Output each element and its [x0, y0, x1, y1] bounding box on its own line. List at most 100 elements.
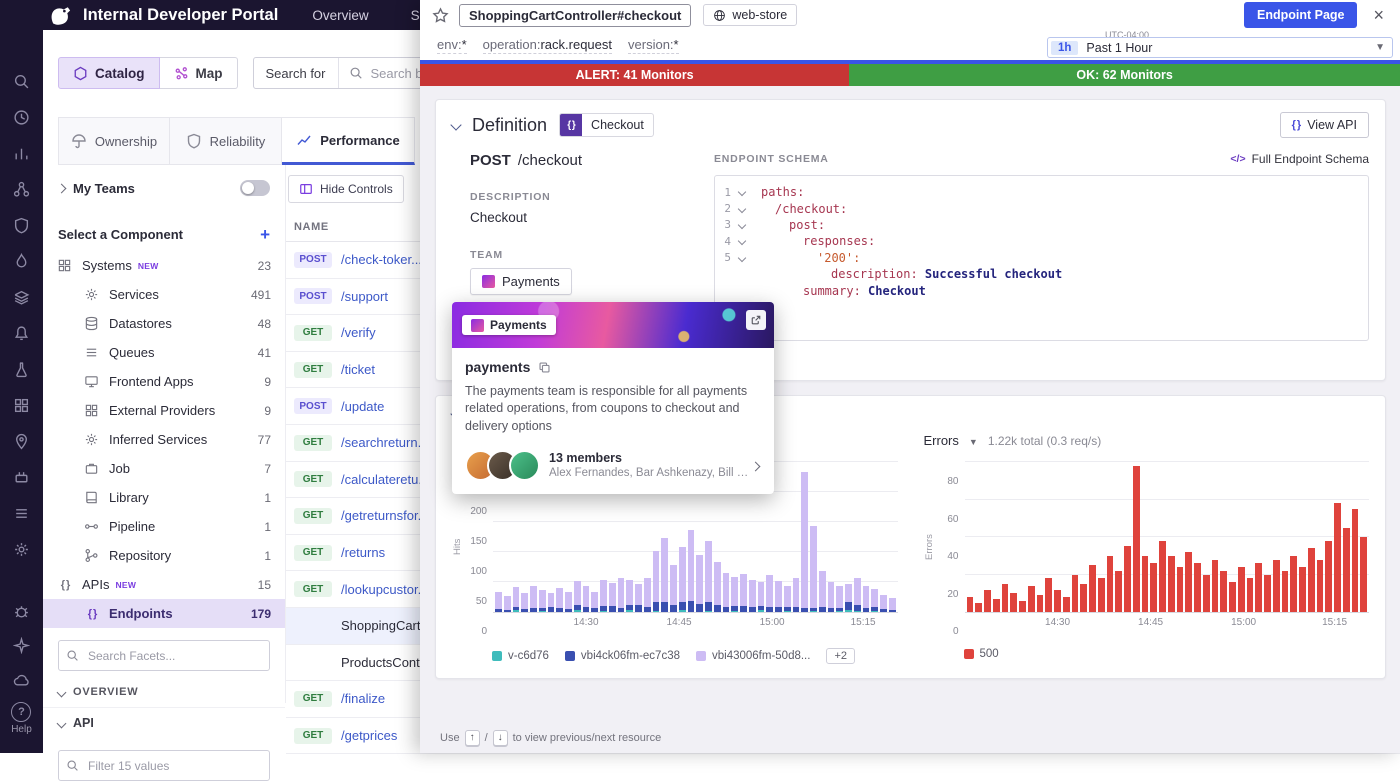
facet-filter-input[interactable]	[86, 758, 269, 774]
chevron-right-icon[interactable]	[752, 458, 761, 473]
sidebar-item-datastores[interactable]: Datastores48	[43, 309, 285, 338]
fold-caret-icon[interactable]	[738, 254, 746, 262]
bar	[854, 578, 861, 612]
endpoint-name: /finalize	[341, 691, 385, 706]
section-overview[interactable]: OVERVIEW	[43, 677, 285, 707]
datadog-logo-icon[interactable]	[48, 3, 74, 27]
method-badge: GET	[294, 545, 332, 561]
bar	[836, 586, 843, 612]
legend-item[interactable]: vbi43006fm-50d8...	[696, 650, 810, 662]
notebooks-icon[interactable]	[11, 430, 33, 452]
synthetics-icon[interactable]	[11, 358, 33, 380]
sidebar-item-pipeline[interactable]: Pipeline1	[43, 512, 285, 541]
legend-item[interactable]: 500	[964, 648, 999, 660]
legend-more-button[interactable]: +2	[826, 648, 855, 664]
service-chip[interactable]: web-store	[703, 4, 797, 26]
sidebar-item-library[interactable]: Library1	[43, 483, 285, 512]
y-axis: 020406080	[937, 462, 965, 632]
help-button[interactable]: ? Help	[11, 702, 32, 735]
item-count: 9	[264, 404, 271, 418]
settings-icon[interactable]	[11, 538, 33, 560]
sidebar-item-frontend-apps[interactable]: Frontend Apps9	[43, 367, 285, 396]
tab-performance[interactable]: Performance	[282, 117, 415, 165]
datastores-icon	[84, 316, 100, 332]
facet-search-control[interactable]	[58, 640, 270, 671]
facet-search-input[interactable]	[86, 648, 269, 664]
endpoint-page-button[interactable]: Endpoint Page	[1244, 2, 1358, 28]
monitors-icon[interactable]	[11, 322, 33, 344]
infrastructure-icon[interactable]	[11, 394, 33, 416]
time-range-selector[interactable]: 1h Past 1 Hour ▼	[1047, 37, 1393, 58]
alert-monitors-bar[interactable]: ALERT: 41 Monitors	[420, 64, 849, 86]
section-api[interactable]: API	[43, 707, 285, 738]
ai-assistant-icon[interactable]	[11, 634, 33, 656]
method-badge: GET	[294, 728, 332, 744]
chart-plot[interactable]	[965, 462, 1370, 613]
top-tab-overview[interactable]: Overview	[312, 8, 368, 23]
hide-controls-button[interactable]: Hide Controls	[288, 175, 404, 203]
service-map-icon[interactable]	[11, 178, 33, 200]
sidebar-item-queues[interactable]: Queues41	[43, 338, 285, 367]
logs-icon[interactable]	[11, 502, 33, 524]
team-description: The payments team is responsible for all…	[465, 383, 761, 435]
team-chip[interactable]: Payments	[470, 268, 572, 295]
sidebar-item-endpoints[interactable]: { }Endpoints179	[43, 599, 285, 628]
my-teams-row[interactable]: My Teams	[43, 175, 285, 201]
search-for-label: Search for	[254, 58, 339, 88]
top-tab-s[interactable]: S	[411, 8, 420, 23]
bar	[1142, 556, 1149, 612]
history-icon[interactable]	[11, 106, 33, 128]
filter-version[interactable]: version:*	[628, 37, 679, 54]
integrations-icon[interactable]	[11, 466, 33, 488]
sidebar-item-services[interactable]: Services491	[43, 280, 285, 309]
entity-chip[interactable]: { } Checkout	[559, 113, 654, 137]
chevron-down-icon[interactable]	[450, 119, 461, 130]
catalog-view-button[interactable]: Catalog	[58, 57, 160, 89]
apm-icon[interactable]	[11, 250, 33, 272]
sidebar-item-apis[interactable]: { }APIsNEW15	[43, 570, 285, 599]
star-icon[interactable]	[432, 7, 449, 24]
add-component-button[interactable]: +	[260, 226, 270, 243]
fold-caret-icon[interactable]	[738, 221, 746, 229]
map-view-button[interactable]: Map	[160, 57, 238, 89]
item-count: 7	[264, 462, 271, 476]
legend-item[interactable]: v-c6d76	[492, 650, 549, 662]
team-banner-chip[interactable]: Payments	[462, 315, 556, 335]
apis-icon: { }	[57, 577, 73, 593]
endpoint-title[interactable]: ShoppingCartController#checkout	[459, 4, 691, 27]
cloud-icon[interactable]	[11, 668, 33, 690]
full-endpoint-schema-link[interactable]: </> Full Endpoint Schema	[1230, 152, 1369, 166]
bar	[1089, 565, 1096, 612]
layers-icon[interactable]	[11, 286, 33, 308]
legend-item[interactable]: vbi4ck06fm-ec7c38	[565, 650, 680, 662]
sidebar-item-systems[interactable]: SystemsNEW23	[43, 251, 285, 280]
facet-filter-control[interactable]	[58, 750, 270, 781]
security-icon[interactable]	[11, 214, 33, 236]
sidebar-item-repository[interactable]: Repository1	[43, 541, 285, 570]
bar	[1238, 567, 1245, 612]
caret-down-icon[interactable]: ▼	[969, 437, 978, 447]
sidebar-item-inferred-services[interactable]: Inferred Services77	[43, 425, 285, 454]
sidebar-item-label: Repository	[109, 548, 171, 563]
my-teams-toggle[interactable]	[240, 180, 270, 196]
metrics-icon[interactable]	[11, 142, 33, 164]
sidebar-item-job[interactable]: Job7	[43, 454, 285, 483]
ok-monitors-bar[interactable]: OK: 62 Monitors	[849, 64, 1400, 86]
filter-env[interactable]: env:*	[437, 37, 467, 54]
y-tick-label: 40	[947, 551, 958, 562]
close-icon[interactable]: ×	[1373, 6, 1384, 24]
tab-ownership[interactable]: Ownership	[58, 117, 170, 165]
view-api-button[interactable]: { } View API	[1280, 112, 1369, 138]
bar	[1124, 546, 1131, 612]
open-team-page-button[interactable]	[746, 310, 766, 330]
fold-caret-icon[interactable]	[738, 237, 746, 245]
copy-icon[interactable]	[538, 361, 551, 374]
fold-caret-icon[interactable]	[738, 188, 746, 196]
search-icon[interactable]	[11, 70, 33, 92]
fold-caret-icon[interactable]	[738, 204, 746, 212]
tab-reliability[interactable]: Reliability	[170, 117, 282, 165]
bug-report-icon[interactable]	[11, 600, 33, 622]
filter-operation[interactable]: operation:rack.request	[483, 37, 612, 54]
sidebar-item-external-providers[interactable]: External Providers9	[43, 396, 285, 425]
endpoints-icon: { }	[84, 606, 100, 622]
